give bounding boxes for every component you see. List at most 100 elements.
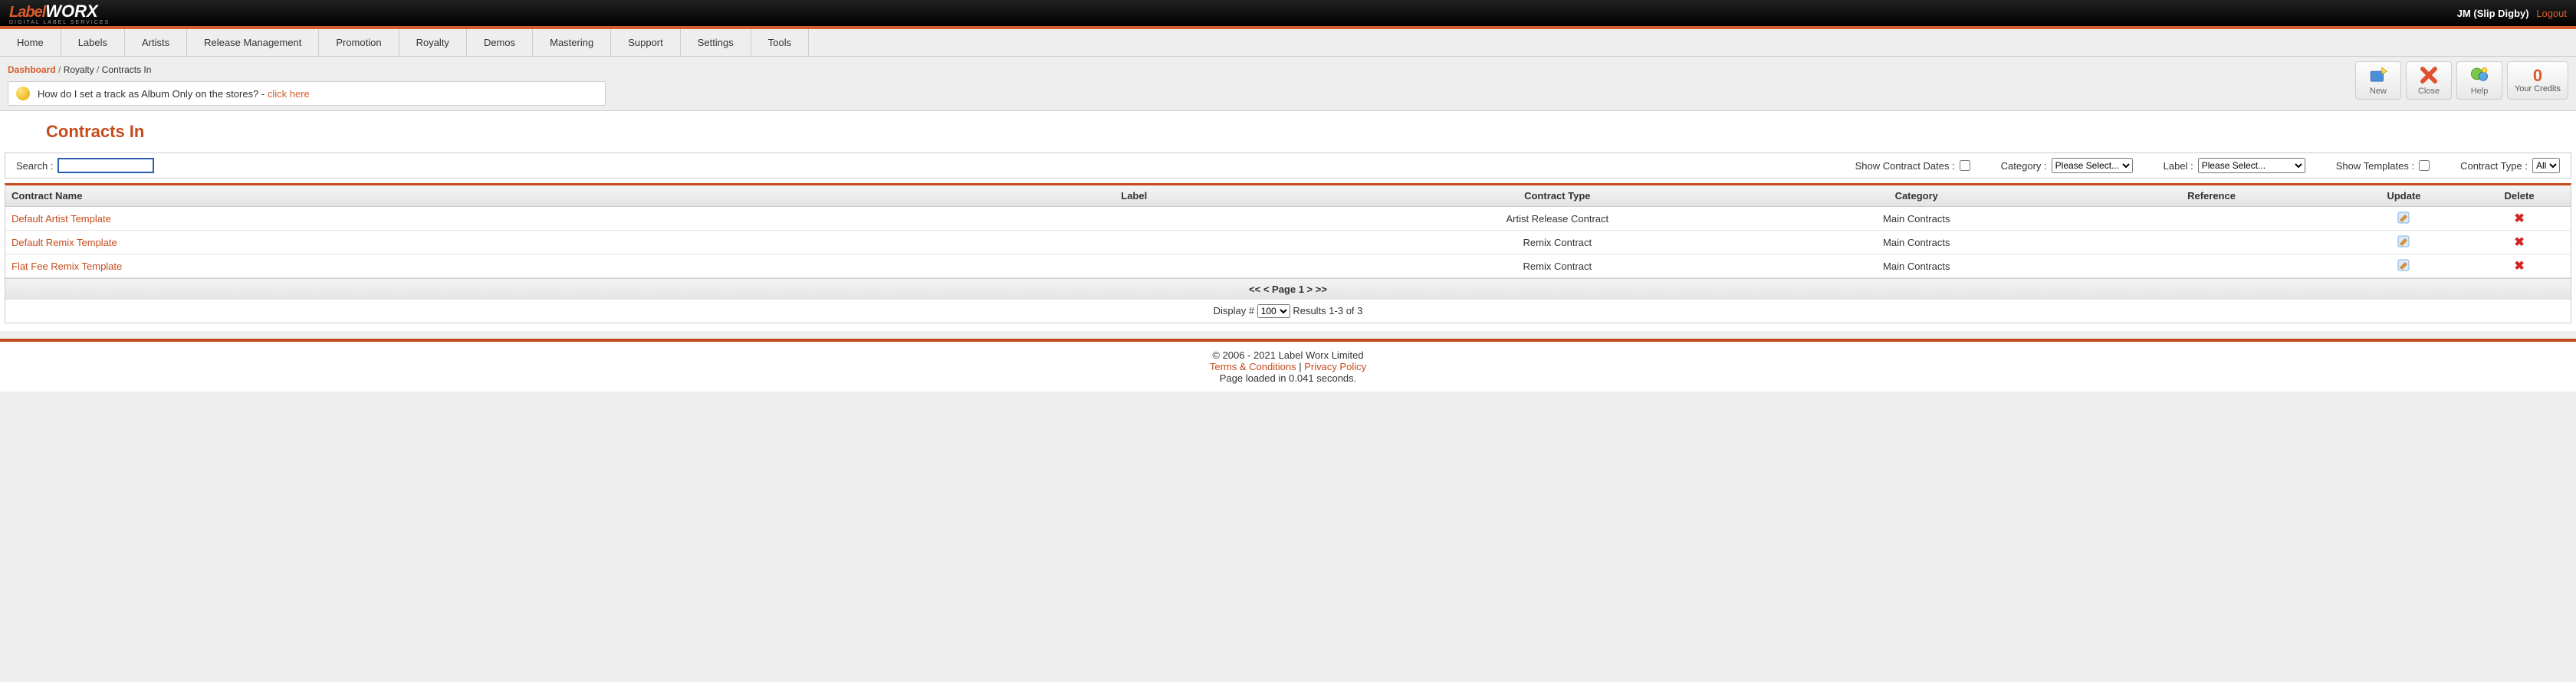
contracts-table-wrap: Contract Name Label Contract Type Catego… — [5, 183, 2571, 323]
cell-category: Main Contracts — [1750, 231, 2083, 254]
cell-delete: ✖ — [2468, 254, 2571, 278]
cell-update — [2340, 207, 2468, 231]
logo[interactable]: LabelWORX DIGITAL LABEL SERVICES — [9, 2, 110, 25]
delete-icon[interactable]: ✖ — [2514, 260, 2524, 273]
label-label: Label : — [2164, 160, 2193, 172]
col-delete: Delete — [2468, 185, 2571, 207]
contract-name-link[interactable]: Flat Fee Remix Template — [5, 254, 903, 278]
breadcrumb-page: Contracts In — [102, 64, 152, 75]
breadcrumb-royalty[interactable]: Royalty — [64, 64, 94, 75]
category-label: Category : — [2001, 160, 2047, 172]
contract-type-select[interactable]: All — [2532, 158, 2560, 173]
label-select[interactable]: Please Select... — [2198, 158, 2305, 173]
page-title: Contracts In — [0, 111, 2576, 152]
footer-privacy[interactable]: Privacy Policy — [1304, 361, 1366, 372]
logo-label-text: Label — [9, 4, 45, 21]
main-nav: Home Labels Artists Release Management P… — [0, 29, 2576, 57]
nav-royalty[interactable]: Royalty — [399, 29, 467, 56]
breadcrumb-sep2: / — [94, 64, 102, 75]
pager[interactable]: << < Page 1 > >> — [5, 278, 2571, 300]
logo-worx-text: WORX — [45, 2, 97, 21]
cell-reference — [2083, 231, 2340, 254]
nav-artists[interactable]: Artists — [125, 29, 187, 56]
table-row: Flat Fee Remix Template Remix ContractMai… — [5, 254, 2571, 278]
col-update: Update — [2340, 185, 2468, 207]
nav-tools[interactable]: Tools — [751, 29, 809, 56]
cell-label — [903, 231, 1365, 254]
breadcrumb: Dashboard / Royalty / Contracts In — [8, 61, 2355, 78]
footer-loaded: Page loaded in 0.041 seconds. — [8, 372, 2568, 384]
display-results: Results 1-3 of 3 — [1293, 305, 1362, 316]
col-contract-name[interactable]: Contract Name — [5, 185, 903, 207]
credits-button[interactable]: 0 Your Credits — [2507, 61, 2568, 100]
show-templates-label: Show Templates : — [2336, 160, 2414, 172]
cell-delete: ✖ — [2468, 231, 2571, 254]
lightbulb-icon — [16, 87, 30, 100]
delete-icon[interactable]: ✖ — [2514, 236, 2524, 249]
footer-copyright: © 2006 - 2021 Label Worx Limited — [8, 349, 2568, 361]
delete-icon[interactable]: ✖ — [2514, 212, 2524, 225]
col-category[interactable]: Category — [1750, 185, 2083, 207]
nav-labels[interactable]: Labels — [61, 29, 125, 56]
help-icon — [2469, 65, 2489, 85]
footer-sep: | — [1296, 361, 1305, 372]
help-button[interactable]: Help — [2456, 61, 2502, 100]
cell-reference — [2083, 207, 2340, 231]
contracts-table: Contract Name Label Contract Type Catego… — [5, 185, 2571, 278]
logout-link[interactable]: Logout — [2536, 8, 2567, 19]
nav-support[interactable]: Support — [611, 29, 681, 56]
contract-name-link[interactable]: Default Artist Template — [5, 207, 903, 231]
cell-category: Main Contracts — [1750, 254, 2083, 278]
category-select[interactable]: Please Select... — [2052, 158, 2133, 173]
nav-settings[interactable]: Settings — [681, 29, 751, 56]
new-button[interactable]: New — [2355, 61, 2401, 100]
show-dates-checkbox[interactable] — [1960, 160, 1970, 171]
help-label: Help — [2471, 87, 2489, 96]
cell-category: Main Contracts — [1750, 207, 2083, 231]
col-reference[interactable]: Reference — [2083, 185, 2340, 207]
credits-count: 0 — [2533, 67, 2542, 84]
close-icon — [2419, 65, 2439, 85]
edit-icon[interactable] — [2397, 235, 2410, 248]
new-label: New — [2370, 87, 2387, 96]
main-content: Contracts In Search : Show Contract Date… — [0, 111, 2576, 331]
cell-type: Remix Contract — [1365, 231, 1750, 254]
show-templates-checkbox[interactable] — [2419, 160, 2430, 171]
footer: © 2006 - 2021 Label Worx Limited Terms &… — [0, 342, 2576, 392]
col-label[interactable]: Label — [903, 185, 1365, 207]
edit-icon[interactable] — [2397, 211, 2410, 224]
col-contract-type[interactable]: Contract Type — [1365, 185, 1750, 207]
nav-release-management[interactable]: Release Management — [187, 29, 319, 56]
logo-subtitle: DIGITAL LABEL SERVICES — [9, 20, 110, 25]
help-box: How do I set a track as Album Only on th… — [8, 81, 606, 106]
username: JM (Slip Digby) — [2457, 8, 2529, 19]
table-row: Default Artist TemplateArtist Release Co… — [5, 207, 2571, 231]
search-input[interactable] — [58, 158, 154, 173]
display-label: Display # — [1214, 305, 1254, 316]
search-label: Search : — [16, 160, 53, 172]
cell-update — [2340, 254, 2468, 278]
table-row: Default Remix Template Remix ContractMain… — [5, 231, 2571, 254]
cell-update — [2340, 231, 2468, 254]
close-button[interactable]: Close — [2406, 61, 2452, 100]
edit-icon[interactable] — [2397, 259, 2410, 271]
topbar: LabelWORX DIGITAL LABEL SERVICES JM (Sli… — [0, 0, 2576, 26]
display-row: Display # 100 Results 1-3 of 3 — [5, 300, 2571, 323]
toolbar: New Close Help 0 Your Credits — [2355, 61, 2568, 100]
breadcrumb-dashboard[interactable]: Dashboard — [8, 64, 56, 75]
breadcrumb-sep1: / — [56, 64, 64, 75]
nav-promotion[interactable]: Promotion — [319, 29, 399, 56]
nav-demos[interactable]: Demos — [467, 29, 533, 56]
display-select[interactable]: 100 — [1257, 304, 1290, 318]
cell-label — [903, 207, 1365, 231]
help-click-here[interactable]: click here — [268, 88, 310, 100]
contract-name-link[interactable]: Default Remix Template — [5, 231, 903, 254]
filter-row: Search : Show Contract Dates : Category … — [5, 152, 2571, 179]
user-area: JM (Slip Digby) Logout — [2457, 8, 2567, 19]
cell-type: Remix Contract — [1365, 254, 1750, 278]
close-label: Close — [2418, 87, 2440, 96]
nav-mastering[interactable]: Mastering — [533, 29, 611, 56]
nav-home[interactable]: Home — [0, 29, 61, 56]
footer-terms[interactable]: Terms & Conditions — [1210, 361, 1296, 372]
breadcrumb-row: Dashboard / Royalty / Contracts In How d… — [0, 57, 2576, 111]
